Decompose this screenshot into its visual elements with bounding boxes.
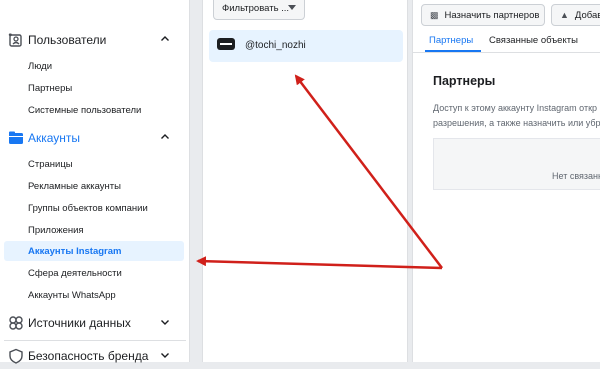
description-line: разрешения, а также назначить или убр <box>433 118 600 128</box>
assign-partners-label: Назначить партнеров <box>444 9 540 21</box>
sidebar-item-whatsapp-accounts[interactable]: Аккаунты WhatsApp <box>0 285 184 305</box>
instagram-account-item[interactable]: @tochi_nozhi <box>209 30 403 62</box>
sidebar-section-label: Аккаунты <box>28 131 81 145</box>
sidebar-divider <box>4 340 186 341</box>
sidebar-section-users[interactable]: Пользователи <box>0 27 190 53</box>
share-icon: ▲ <box>560 10 569 20</box>
chevron-up-icon[interactable] <box>160 132 170 142</box>
sidebar-item-apps[interactable]: Приложения <box>0 220 184 240</box>
tab-linked-objects[interactable]: Связанные объекты <box>489 35 578 46</box>
sidebar-item-business-asset-groups[interactable]: Группы объектов компании <box>0 198 184 218</box>
filter-button-label: Фильтровать ... <box>222 2 290 14</box>
description-line: Доступ к этому аккаунту Instagram откр <box>433 103 598 113</box>
tabs-divider <box>413 52 600 53</box>
sidebar-section-accounts[interactable]: Аккаунты <box>0 125 190 151</box>
accounts-list-panel: Фильтровать ... @tochi_nozhi <box>202 0 408 362</box>
sidebar-item-instagram-accounts[interactable]: Аккаунты Instagram <box>4 241 184 261</box>
tab-partners[interactable]: Партнеры <box>429 35 473 46</box>
account-name: @tochi_nozhi <box>245 40 306 51</box>
briefcase-icon: ▩ <box>430 9 439 20</box>
sidebar-section-label: Пользователи <box>28 33 107 47</box>
details-panel: ▩ Назначить партнеров ▲ Добави Партнеры … <box>412 0 600 362</box>
data-sources-icon <box>9 316 23 330</box>
chevron-down-icon[interactable] <box>160 350 170 360</box>
empty-state-text: Нет связанных <box>552 171 600 181</box>
sidebar-item-people[interactable]: Люди <box>0 56 184 76</box>
avatar <box>217 38 235 50</box>
add-button[interactable]: ▲ Добави <box>551 4 600 26</box>
sidebar-section-data-sources[interactable]: Источники данных <box>0 310 190 336</box>
add-button-label: Добави <box>574 9 600 21</box>
sidebar-item-system-users[interactable]: Системные пользователи <box>0 100 184 120</box>
assign-partners-button[interactable]: ▩ Назначить партнеров <box>421 4 545 26</box>
filter-button[interactable]: Фильтровать ... <box>213 0 305 20</box>
empty-state-box: Нет связанных <box>433 138 600 190</box>
accounts-icon <box>9 131 23 144</box>
chevron-up-icon[interactable] <box>160 34 170 44</box>
sidebar-item-lines-of-business[interactable]: Сфера деятельности <box>0 263 184 283</box>
sidebar-item-partners[interactable]: Партнеры <box>0 78 184 98</box>
caret-down-icon <box>288 5 296 10</box>
sidebar-item-pages[interactable]: Страницы <box>0 154 184 174</box>
sidebar-item-ad-accounts[interactable]: Рекламные аккаунты <box>0 176 184 196</box>
chevron-down-icon[interactable] <box>160 317 170 327</box>
section-title: Партнеры <box>433 74 496 88</box>
sidebar-section-label: Безопасность бренда <box>28 349 149 363</box>
sidebar: Пользователи Люди Партнеры Системные пол… <box>0 0 190 364</box>
sidebar-section-brand-safety[interactable]: Безопасность бренда <box>0 343 190 369</box>
sidebar-section-label: Источники данных <box>28 316 131 330</box>
users-icon <box>8 33 22 47</box>
section-description: Доступ к этому аккаунту Instagram откр р… <box>433 101 600 131</box>
